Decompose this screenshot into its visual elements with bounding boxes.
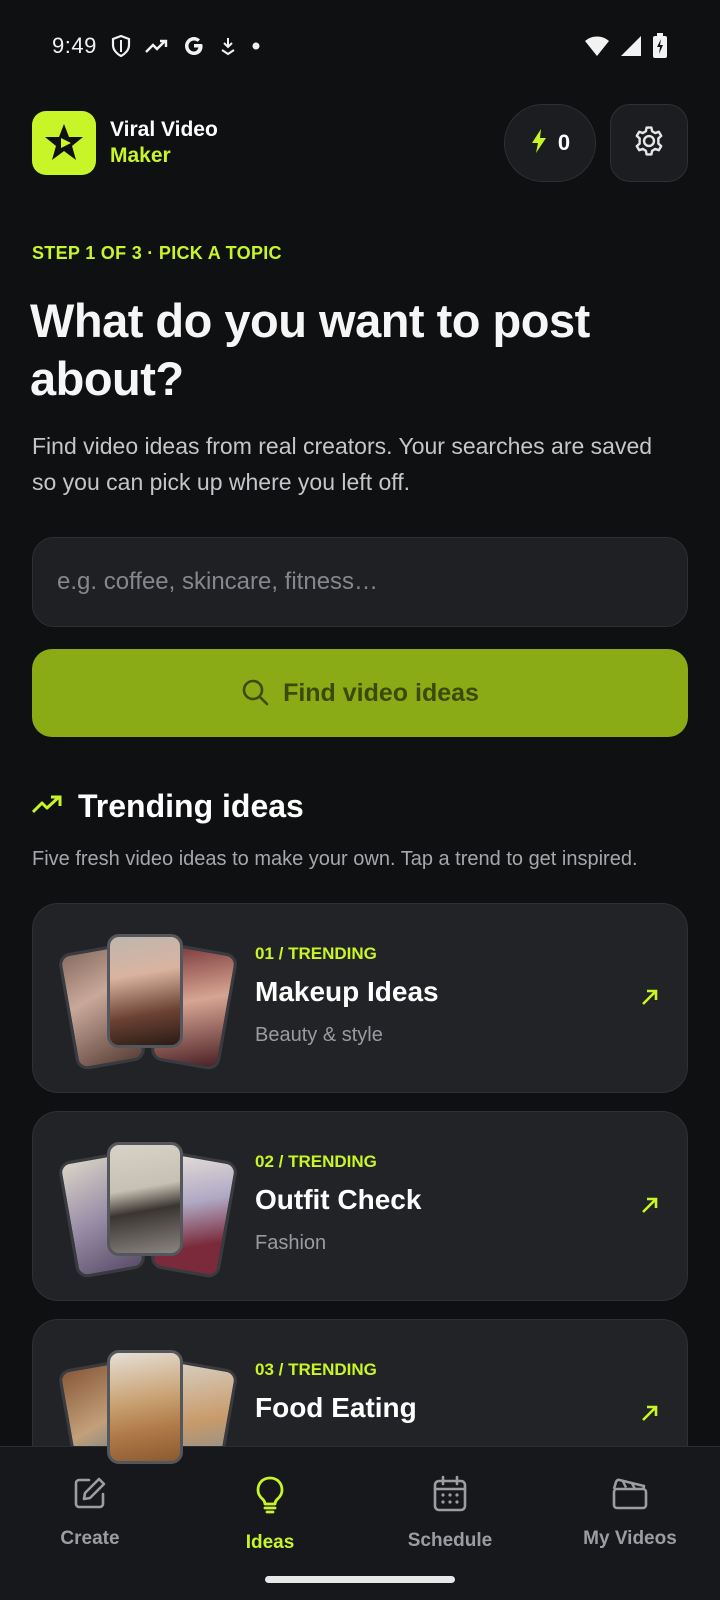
- app-name-line1: Viral Video: [110, 117, 218, 141]
- clapperboard-icon: [611, 1475, 649, 1516]
- topic-search-input[interactable]: [32, 537, 688, 627]
- lightbulb-icon: [252, 1475, 288, 1520]
- card-title: Outfit Check: [255, 1184, 422, 1215]
- edit-icon: [72, 1475, 108, 1516]
- step-label: STEP 1 OF 3 · PICK A TOPIC: [32, 243, 282, 263]
- thumbnail-image: [107, 1350, 183, 1464]
- nav-label: Create: [60, 1528, 120, 1549]
- trending-card-outfit[interactable]: 02 / TRENDING Outfit Check Fashion: [32, 1111, 688, 1301]
- signal-icon: [620, 35, 642, 57]
- settings-button[interactable]: [610, 104, 688, 182]
- card-category: Beauty & style: [255, 1024, 383, 1046]
- arrow-up-right-icon: [639, 1194, 661, 1221]
- status-left: 9:49: [52, 33, 261, 59]
- gear-icon: [632, 124, 666, 163]
- google-icon: [183, 35, 205, 57]
- arrow-up-right-icon: [639, 1402, 661, 1429]
- trending-title: Trending ideas: [78, 788, 304, 824]
- brand: Viral Video Maker: [32, 111, 218, 175]
- app-logo-icon: [32, 111, 96, 175]
- card-tag: 02 / TRENDING: [255, 1152, 377, 1171]
- brand-text: Viral Video Maker: [110, 117, 218, 170]
- page-title: What do you want to post about?: [30, 294, 590, 405]
- card-tag: 01 / TRENDING: [255, 944, 377, 963]
- app-name-line2: Maker: [110, 144, 171, 167]
- nav-label: My Videos: [583, 1528, 677, 1549]
- trending-icon: [144, 38, 169, 54]
- find-video-ideas-button[interactable]: Find video ideas: [32, 649, 688, 737]
- home-indicator[interactable]: [265, 1576, 455, 1583]
- calendar-icon: [432, 1475, 468, 1518]
- card-title: Makeup Ideas: [255, 976, 439, 1007]
- card-text: 02 / TRENDING Outfit Check Fashion: [255, 1152, 421, 1255]
- search-icon: [241, 678, 269, 709]
- trending-icon: [31, 794, 62, 819]
- status-right: [584, 33, 668, 59]
- trending-card-makeup[interactable]: 01 / TRENDING Makeup Ideas Beauty & styl…: [32, 903, 688, 1093]
- card-category: Fashion: [255, 1232, 327, 1254]
- status-bar: 9:49: [0, 0, 720, 92]
- app-actions: 0: [504, 104, 688, 182]
- trending-subtitle: Five fresh video ideas to make your own.…: [32, 848, 638, 870]
- nav-label: Schedule: [407, 1530, 493, 1551]
- battery-charging-icon: [652, 33, 668, 59]
- trend-thumbnails: [57, 934, 239, 1074]
- page-subtitle: Find video ideas from real creators. You…: [32, 433, 653, 495]
- card-text: 01 / TRENDING Makeup Ideas Beauty & styl…: [255, 944, 439, 1047]
- thumbnail-image: [107, 1142, 183, 1256]
- credits-count: 0: [557, 130, 571, 155]
- card-title: Food Eating: [255, 1392, 417, 1423]
- credits-button[interactable]: 0: [504, 104, 596, 182]
- nav-my-videos[interactable]: My Videos: [540, 1447, 720, 1600]
- download-icon: [219, 36, 237, 56]
- trend-thumbnails: [57, 1142, 239, 1282]
- thumbnail-image: [107, 934, 183, 1048]
- find-video-ideas-label: Find video ideas: [283, 678, 479, 707]
- card-text: 03 / TRENDING Food Eating: [255, 1360, 417, 1424]
- status-time: 9:49: [52, 33, 97, 58]
- wifi-icon: [584, 35, 610, 57]
- nav-create[interactable]: Create: [0, 1447, 180, 1600]
- app-bar: Viral Video Maker 0: [32, 104, 688, 182]
- lightning-icon: [530, 128, 548, 159]
- shield-icon: [111, 35, 131, 57]
- dot-icon: [251, 41, 261, 51]
- card-tag: 03 / TRENDING: [255, 1360, 377, 1379]
- trending-header: Trending ideas: [31, 788, 304, 825]
- arrow-up-right-icon: [639, 986, 661, 1013]
- nav-label: Ideas: [245, 1532, 295, 1553]
